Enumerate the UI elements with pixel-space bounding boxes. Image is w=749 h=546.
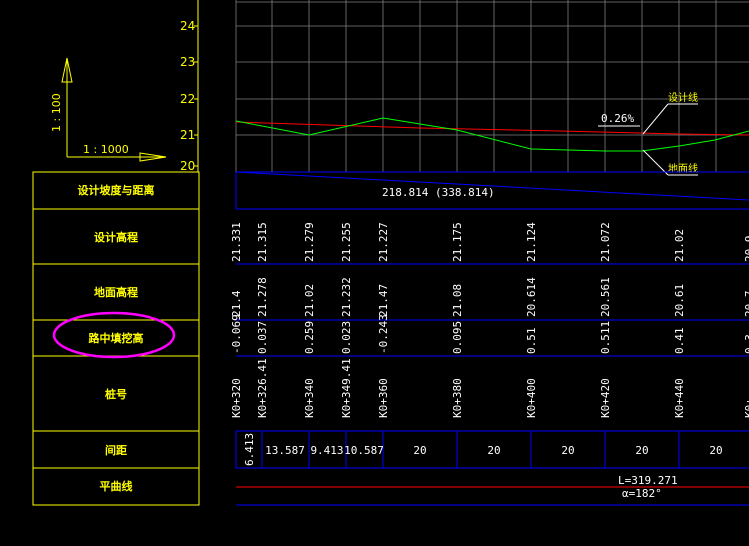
ground-value: 20.561: [599, 277, 612, 317]
ground-value: 21.08: [451, 284, 464, 317]
curve-length-label: L=319.271: [618, 474, 678, 487]
station-value: K0+326.41: [256, 358, 269, 418]
ground-line: [235, 117, 749, 152]
fill-value: 0.51: [525, 328, 538, 355]
design-value: 21.02: [673, 229, 686, 262]
design-value: 21.227: [377, 222, 390, 262]
ground-value: 20.7…: [743, 284, 749, 317]
station-value: K0+320: [230, 378, 243, 418]
axis-tick-label: 23: [180, 55, 195, 69]
axis-tick-label: 20: [180, 159, 195, 173]
horizontal-scale-label: 1 : 1000: [83, 143, 129, 156]
vertical-scale-label: 1 : 100: [50, 93, 63, 132]
fill-value: 0.095: [451, 321, 464, 354]
fill-value: 0.259: [303, 321, 316, 354]
vertical-axis: 24 23 22 21 20: [180, 0, 199, 173]
design-value: 21.255: [340, 222, 353, 262]
ground-value: 21.278: [256, 277, 269, 317]
station-value: K0+420: [599, 378, 612, 418]
ground-line-label: 地面线: [668, 162, 698, 175]
fill-value: 0.41: [673, 328, 686, 355]
axis-tick-label: 21: [180, 128, 195, 142]
grade-label: 0.26%: [601, 112, 634, 125]
spacing-value: 20: [487, 444, 500, 457]
spacing-value: 13.587: [265, 444, 305, 457]
spacing-value: 20: [709, 444, 722, 457]
ground-line-callout: 地面线: [642, 149, 698, 176]
scale-indicator: 1 : 100 1 : 1000: [50, 57, 167, 162]
spacing-value: 20: [561, 444, 574, 457]
spacing-value: 6.413: [243, 433, 256, 466]
axis-tick-label: 22: [180, 92, 195, 106]
spacing-value: 20: [635, 444, 648, 457]
ground-value: 21.02: [303, 284, 316, 317]
row-label-spacing: 间距: [105, 444, 127, 457]
ground-value: 20.61: [673, 284, 686, 317]
spacing-value: 9.413: [310, 444, 343, 457]
row-label-curve: 平曲线: [100, 479, 133, 493]
grade-annotation: 0.26%: [598, 112, 640, 127]
station-value: K0+…: [743, 391, 749, 418]
spacing-value: 10.587: [344, 444, 384, 457]
ground-value: 20.614: [525, 277, 538, 317]
design-line-callout: 设计线: [642, 91, 698, 135]
row-label-ground: 地面高程: [94, 285, 138, 299]
axis-tick-label: 24: [180, 19, 195, 33]
design-value: 21.331: [230, 222, 243, 262]
ground-value: 21.4: [230, 290, 243, 317]
station-value: K0+400: [525, 378, 538, 418]
spacing-value: 20: [413, 444, 426, 457]
ground-value: 21.47: [377, 284, 390, 317]
fill-value: -0.243: [377, 314, 390, 354]
station-value: K0+440: [673, 378, 686, 418]
row-label-design: 设计高程: [94, 230, 138, 244]
design-value: 21.175: [451, 222, 464, 262]
slope-distance-label: 218.814 (338.814): [382, 186, 495, 199]
curve-angle-label: α=182°: [622, 487, 662, 500]
spacing-values: 6.413 13.587 9.413 10.587 20 20 20 20 20: [243, 433, 723, 466]
station-value: K0+380: [451, 378, 464, 418]
fill-value: -0.069: [230, 314, 243, 354]
row-label-fill: 路中填挖高: [89, 331, 144, 345]
fill-value: 0.511: [599, 321, 612, 354]
fill-value: 0.023: [340, 321, 353, 354]
station-value: K0+349.41: [340, 358, 353, 418]
station-value: K0+340: [303, 378, 316, 418]
design-value: 21.072: [599, 222, 612, 262]
profile-grid: [235, 0, 749, 172]
design-value: 21.315: [256, 222, 269, 262]
fill-value: 0.037: [256, 321, 269, 354]
design-line: [235, 121, 749, 136]
design-value: 21.279: [303, 222, 316, 262]
row-label-station: 桩号: [105, 387, 127, 401]
design-value: 21.124: [525, 222, 538, 262]
fill-value: 0.3…: [743, 327, 749, 354]
design-line-label: 设计线: [668, 91, 698, 104]
design-value: 20.9…: [743, 229, 749, 262]
row-label-slope: 设计坡度与距离: [78, 183, 155, 197]
ground-value: 21.232: [340, 277, 353, 317]
station-value: K0+360: [377, 378, 390, 418]
